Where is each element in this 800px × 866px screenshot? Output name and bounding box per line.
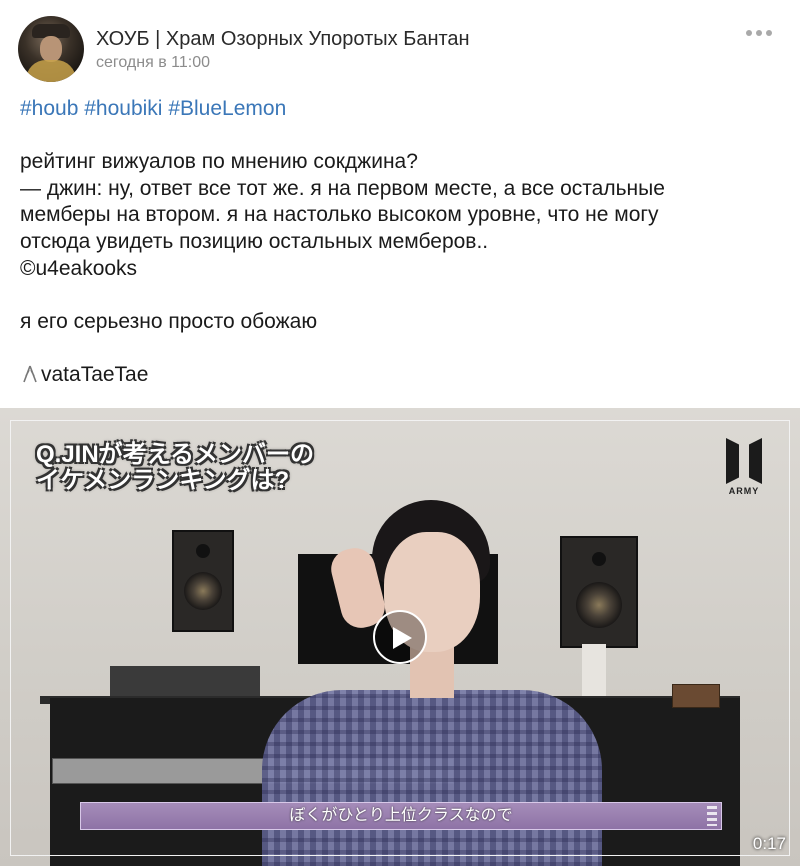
play-button[interactable]	[373, 610, 427, 664]
post-text: #houb #houbiki #BlueLemon рейтинг вижуал…	[20, 96, 780, 392]
group-avatar[interactable]	[18, 16, 84, 82]
post-text-line: ©u4eakooks	[20, 256, 138, 280]
post-time[interactable]: сегодня в 11:00	[96, 54, 210, 72]
post-signature: vataTaeTae	[20, 362, 780, 392]
video-subtitle: ぼくがひとり上位クラスなので	[80, 802, 722, 830]
group-name-link[interactable]: ХОУБ | Храм Озорных Упоротых Бантан	[96, 28, 470, 51]
video-player[interactable]: Q.JINが考えるメンバーの イケメンランキングは? ARMY ぼくがひとり上位…	[0, 408, 800, 866]
play-icon	[393, 627, 412, 649]
army-logo: ARMY	[726, 438, 762, 500]
post-text-line: — джин: ну, ответ все тот же. я на перво…	[20, 176, 665, 200]
hashtags: #houb #houbiki #BlueLemon	[20, 96, 780, 123]
post-text-line: рейтинг вижуалов по мнению сокджина?	[20, 150, 418, 174]
signature-text: vataTaeTae	[41, 362, 149, 386]
hashtag-link[interactable]: #houbiki	[84, 97, 162, 120]
video-overlay-title: Q.JINが考えるメンバーの イケメンランキングは?	[36, 441, 314, 494]
post-text-line: мемберы на втором. я на настолько высоко…	[20, 203, 659, 227]
post-header: ХОУБ | Храм Озорных Упоротых Бантан сего…	[18, 16, 782, 84]
video-duration: 0:17	[752, 834, 786, 853]
post-comment: я его серьезно просто обожаю	[20, 309, 318, 333]
post-text-line: отсюда увидеть позицию остальных мемберо…	[20, 229, 489, 253]
more-options-icon[interactable]	[746, 30, 772, 36]
hashtag-link[interactable]: #houb	[20, 97, 78, 120]
hashtag-link[interactable]: #BlueLemon	[168, 97, 286, 120]
wall-post: ХОУБ | Храм Озорных Упоротых Бантан сего…	[0, 0, 800, 866]
kneeling-figure-icon	[20, 364, 40, 392]
